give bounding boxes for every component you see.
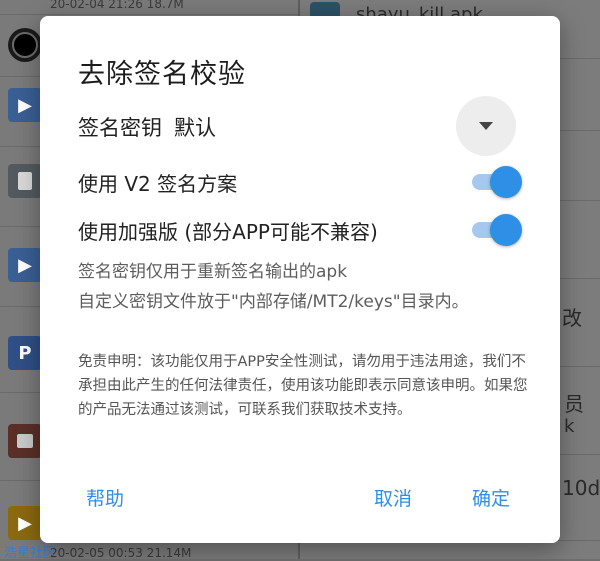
- play-app-icon[interactable]: ▶: [8, 88, 42, 122]
- help-button[interactable]: 帮助: [86, 484, 124, 511]
- document-file-icon[interactable]: [8, 164, 42, 198]
- v2-signature-label: 使用 V2 签名方案: [78, 172, 238, 196]
- truncated-file-name: 10d: [562, 476, 600, 500]
- dialog-title: 去除签名校验: [78, 59, 246, 90]
- signing-key-label: 签名密钥: [78, 116, 162, 140]
- video-app-icon[interactable]: ▶: [8, 506, 42, 540]
- signing-key-dropdown[interactable]: [456, 96, 516, 156]
- confirm-button[interactable]: 确定: [472, 484, 510, 511]
- file-meta: 20-02-05 00:53 21.14M: [50, 546, 192, 560]
- signing-key-value: 默认: [174, 116, 216, 140]
- truncated-file-name: k: [564, 416, 575, 437]
- signing-key-info: 签名密钥仅用于重新签名输出的apk: [78, 262, 348, 282]
- watermark-text: 浩星社区: [4, 546, 57, 561]
- signing-key-row: 签名密钥 默认: [78, 112, 216, 142]
- v2-signature-toggle[interactable]: [472, 166, 522, 198]
- remove-signature-verification-dialog: 去除签名校验 签名密钥 默认 使用 V2 签名方案 使用加强版 (部分APP可能不…: [40, 16, 560, 543]
- custom-key-info: 自定义密钥文件放于"内部存储/MT2/keys"目录内。: [78, 292, 469, 312]
- caret-down-icon: [479, 122, 493, 130]
- eclipse-app-icon[interactable]: [8, 28, 42, 62]
- p-app-icon[interactable]: P: [8, 336, 42, 370]
- play-app-icon[interactable]: ▶: [8, 248, 42, 282]
- truncated-file-name: 改: [562, 306, 582, 330]
- enhanced-mode-label: 使用加强版 (部分APP可能不兼容): [78, 220, 378, 244]
- cancel-button[interactable]: 取消: [374, 484, 412, 511]
- truncated-file-name: 员: [564, 392, 584, 416]
- enhanced-mode-toggle[interactable]: [472, 214, 522, 246]
- package-app-icon[interactable]: [8, 424, 42, 458]
- disclaimer-text: 免责申明：该功能仅用于APP安全性测试，请勿用于违法用途，我们不承担由此产生的任…: [78, 354, 528, 418]
- file-meta: 20-02-04 21:26 18.7M: [50, 0, 184, 11]
